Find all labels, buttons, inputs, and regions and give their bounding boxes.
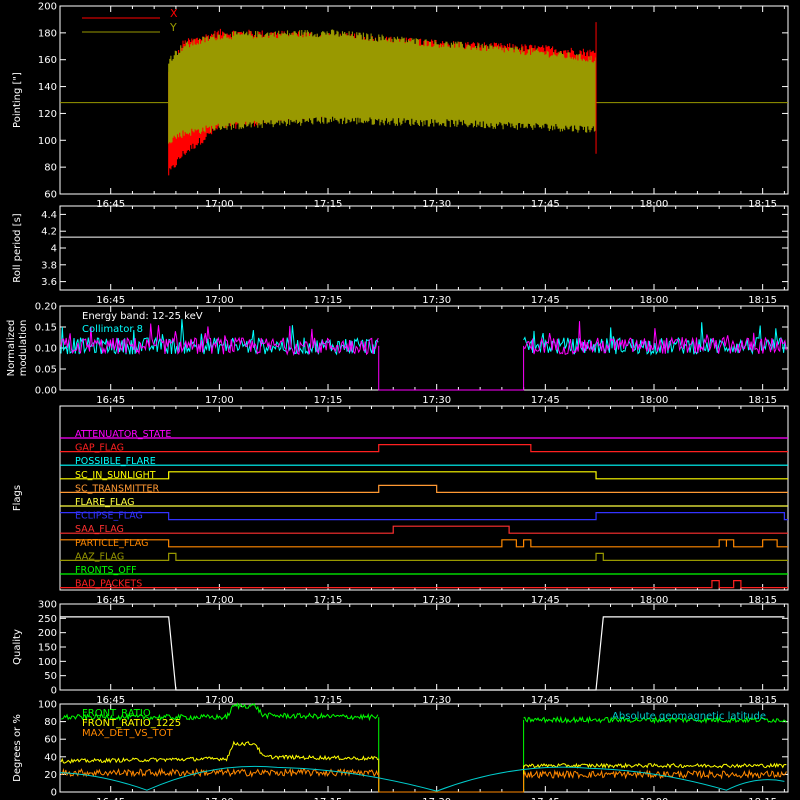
y-tick-label: 200: [38, 628, 57, 639]
y-tick-label: 100: [38, 700, 57, 711]
x-tick-label: 17:00: [205, 395, 234, 406]
x-tick-label: 18:00: [640, 395, 669, 406]
flag-sc-transmitter-label: SC_TRANSMITTER: [75, 483, 160, 494]
flag-sc-in-sunlight-label: SC_IN_SUNLIGHT: [75, 470, 156, 481]
x-tick-label: 17:45: [531, 395, 560, 406]
flag-attenuator-state-label: ATTENUATOR_STATE: [75, 429, 171, 440]
y-tick-label: 4: [51, 244, 57, 255]
legend-label-y: Y: [169, 21, 177, 34]
flag-aaz-flag-label: AAZ_FLAG: [75, 551, 124, 562]
y-axis-label: Quality: [12, 629, 23, 665]
x-tick-label: 17:15: [314, 295, 343, 306]
y-tick-label: 0.20: [35, 302, 57, 313]
y-tick-label: 150: [38, 643, 57, 654]
x-tick-label: 17:45: [531, 295, 560, 306]
y-tick-label: 4.4: [41, 210, 57, 221]
flag-flare-flag-label: FLARE_FLAG: [75, 497, 135, 508]
y-axis-label: modulation: [18, 320, 29, 377]
y-tick-label: 250: [38, 614, 57, 625]
y-tick-label: 40: [44, 752, 57, 763]
y-tick-label: 80: [44, 163, 57, 174]
flag-particle-flag-label: PARTICLE_FLAG: [75, 538, 148, 549]
y-tick-label: 140: [38, 82, 57, 93]
x-tick-label: 17:30: [422, 395, 451, 406]
x-tick-label: 18:15: [748, 395, 777, 406]
y-tick-label: 80: [44, 717, 57, 728]
y-axis-label: Degrees or %: [12, 714, 23, 782]
y-axis-label: Pointing ["]: [12, 72, 23, 128]
flag-saa-flag-label: SAA_FLAG: [75, 524, 124, 535]
legend-label-x: X: [170, 7, 178, 20]
y-tick-label: 300: [38, 600, 57, 611]
x-tick-label: 16:45: [96, 395, 125, 406]
y-tick-label: 50: [44, 671, 57, 682]
y-axis-label: Normalized: [6, 320, 17, 377]
y-tick-label: 20: [44, 770, 57, 781]
y-tick-label: 60: [44, 735, 57, 746]
y-tick-label: 180: [38, 28, 57, 39]
rhessi-diagnostic-chart: 16:45 17:00 17:15 17:30 17:45 18:00 18:15 60 80 1…: [0, 0, 800, 800]
flag-eclipse-flag-label: ECLIPSE_FLAG: [75, 511, 143, 522]
y-tick-label: 3.8: [41, 260, 57, 271]
flag-gap-flag-label: GAP_FLAG: [75, 443, 124, 454]
flag-possible-flare-label: POSSIBLE_FLARE: [75, 456, 156, 467]
x-tick-label: 18:00: [640, 295, 669, 306]
y-tick-label: 100: [38, 657, 57, 668]
y-tick-label: 0: [51, 686, 57, 697]
y-tick-label: 3.6: [41, 277, 57, 288]
annotation-geomagnetic-latitude: Absolute geomagnetic latitude: [612, 711, 766, 722]
y-tick-label: 0.10: [35, 344, 57, 355]
y-tick-label: 0.00: [35, 386, 57, 397]
x-tick-label: 17:30: [422, 295, 451, 306]
y-axis-label: Flags: [12, 485, 23, 511]
legend-label-max-det-vs-tot: MAX_DET_VS_TOT: [82, 728, 174, 739]
flag-fronts-off-label: FRONTS_OFF: [75, 565, 137, 576]
annotation-collimator: Collimator 8: [82, 324, 143, 335]
y-tick-label: 0.05: [35, 365, 57, 376]
y-tick-label: 4.2: [41, 227, 57, 238]
x-tick-label: 17:15: [314, 395, 343, 406]
y-tick-label: 0: [51, 788, 57, 799]
y-tick-label: 120: [38, 109, 57, 120]
y-tick-label: 100: [38, 136, 57, 147]
y-tick-label: 60: [44, 190, 57, 201]
annotation-energy-band: Energy band: 12-25 keV: [82, 311, 203, 322]
y-tick-label: 0.15: [35, 323, 57, 334]
x-tick-label: 16:45: [96, 295, 125, 306]
x-tick-label: 17:00: [205, 295, 234, 306]
flag-bad-packets-label: BAD_PACKETS: [75, 579, 142, 590]
y-tick-label: 200: [38, 2, 57, 13]
y-axis-label: Roll period [s]: [12, 213, 23, 282]
x-tick-label: 18:15: [748, 295, 777, 306]
y-tick-label: 160: [38, 55, 57, 66]
